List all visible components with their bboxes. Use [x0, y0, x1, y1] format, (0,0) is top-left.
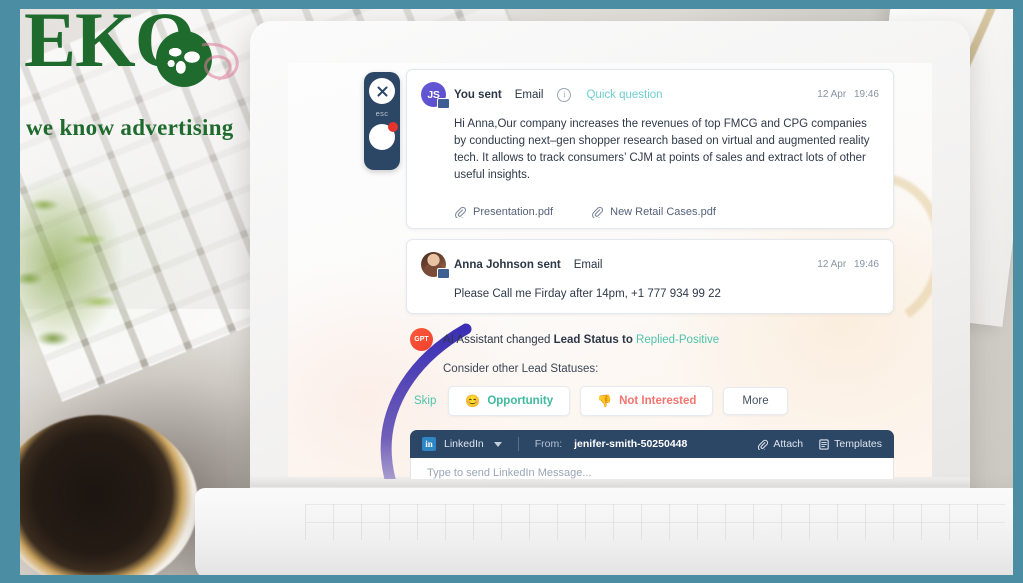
message-date: 12 Apr [817, 89, 847, 100]
paperclip-icon [758, 439, 769, 450]
notification-button[interactable] [369, 122, 398, 150]
avatar [421, 252, 450, 280]
swirl-icon [201, 42, 239, 81]
template-icon [819, 438, 829, 450]
esc-label: esc [375, 109, 389, 118]
templates-label: Templates [834, 438, 882, 451]
message-header: JS You sent Email i Quick question 12 Ap… [421, 82, 879, 109]
laptop-base [195, 488, 1013, 575]
message-input-placeholder: Type to send LinkedIn Message... [427, 466, 592, 479]
lead-status-actions: Skip 😊 Opportunity 👎 Not Interested More [414, 386, 894, 417]
attach-button[interactable]: Attach [757, 438, 803, 450]
message-card[interactable]: JS You sent Email i Quick question 12 Ap… [406, 69, 894, 230]
more-button[interactable]: More [723, 387, 788, 416]
plant-decoration [20, 159, 170, 389]
from-label: From: [534, 438, 563, 451]
laptop-lid: esc JS You sent Email i Quick question 1… [250, 21, 970, 511]
not-interested-label: Not Interested [619, 395, 697, 408]
message-time: 19:46 [853, 89, 879, 100]
attachment-name: New Retail Cases.pdf [610, 206, 716, 219]
notification-badge-dot [388, 122, 398, 132]
close-icon [377, 86, 387, 96]
opportunity-button[interactable]: 😊 Opportunity [448, 386, 571, 417]
ai-avatar-label: GPT [414, 336, 429, 344]
ai-text-mid: to [618, 333, 637, 346]
smiley-icon: 😊 [465, 394, 481, 409]
not-interested-button[interactable]: 👎 Not Interested [580, 386, 714, 417]
laptop-screen: esc JS You sent Email i Quick question 1… [288, 63, 932, 479]
message-date: 12 Apr [817, 259, 847, 271]
composer-channel-label: LinkedIn [444, 438, 484, 451]
ai-assistant-block: GPT AI Assistant changed Lead Status to … [410, 328, 894, 417]
attach-label: Attach [773, 438, 804, 451]
message-composer: in LinkedIn From: jenifer-smith-50250448 [410, 430, 894, 479]
message-body: Please Call me Firday after 14pm, +1 777… [454, 288, 721, 301]
attachment-list: Presentation.pdf New Retail Cases.pdf [454, 206, 879, 219]
message-card[interactable]: Anna Johnson sent Email 12 Apr 19:46 Ple… [406, 239, 894, 315]
info-icon[interactable]: i [557, 87, 572, 102]
screenshot-root: EKO we know advertising esc JS You sent … [0, 0, 1023, 583]
attachment-name: Presentation.pdf [473, 206, 554, 219]
esc-widget: esc [364, 72, 400, 170]
ai-text-bold: Lead Status [553, 333, 619, 346]
email-channel-badge-icon [437, 98, 450, 109]
message-timestamp: 12 Apr 19:46 [817, 89, 879, 100]
activity-feed: JS You sent Email i Quick question 12 Ap… [406, 69, 894, 479]
attachment-item[interactable]: New Retail Cases.pdf [591, 206, 716, 219]
message-sender: Anna Johnson sent [454, 258, 561, 271]
from-account-value[interactable]: jenifer-smith-50250448 [574, 438, 687, 450]
ai-text-prefix: AI Assistant changed [443, 333, 554, 346]
ai-assistant-header: GPT AI Assistant changed Lead Status to … [410, 328, 894, 352]
status-badge: Replied-Positive [636, 333, 720, 346]
message-subject-link[interactable]: Quick question [586, 89, 662, 101]
linkedin-icon: in [422, 437, 436, 452]
attachment-item[interactable]: Presentation.pdf [454, 206, 554, 219]
email-channel-badge-icon [437, 268, 450, 280]
message-input[interactable]: Type to send LinkedIn Message... [410, 458, 894, 479]
templates-button[interactable]: Templates [819, 438, 882, 450]
composer-toolbar-actions: Attach Templates [757, 438, 882, 450]
ai-assistant-avatar-icon: GPT [410, 328, 433, 352]
ai-assistant-subtext: Consider other Lead Statuses: [443, 363, 599, 376]
thumbs-down-icon: 👎 [597, 394, 613, 409]
coffee-cup [20, 415, 198, 575]
opportunity-label: Opportunity [487, 395, 554, 408]
message-channel: Email [514, 88, 544, 101]
message-time: 19:46 [853, 259, 879, 271]
message-header: Anna Johnson sent Email 12 Apr 19:46 [421, 252, 879, 280]
logo-tagline: we know advertising [26, 115, 234, 140]
paperclip-icon [592, 206, 604, 219]
more-label: More [742, 395, 769, 408]
ai-assistant-status-text: AI Assistant changed Lead Status to Repl… [443, 334, 719, 346]
message-body: Hi Anna,Our company increases the revenu… [454, 118, 870, 182]
chevron-down-icon[interactable] [493, 441, 502, 447]
message-sender: You sent [454, 88, 502, 101]
skip-button[interactable]: Skip [414, 395, 436, 407]
message-timestamp: 12 Apr 19:46 [817, 259, 879, 270]
avatar: JS [421, 82, 450, 109]
laptop-keyboard-keys [305, 504, 1005, 540]
close-button[interactable] [369, 78, 395, 104]
app-window: esc JS You sent Email i Quick question 1… [288, 63, 932, 479]
toolbar-divider [517, 437, 519, 452]
message-channel: Email [573, 258, 603, 271]
eko-logo: EKO we know advertising [20, 9, 258, 147]
paperclip-icon [455, 206, 466, 219]
composer-toolbar: in LinkedIn From: jenifer-smith-50250448 [410, 430, 894, 459]
